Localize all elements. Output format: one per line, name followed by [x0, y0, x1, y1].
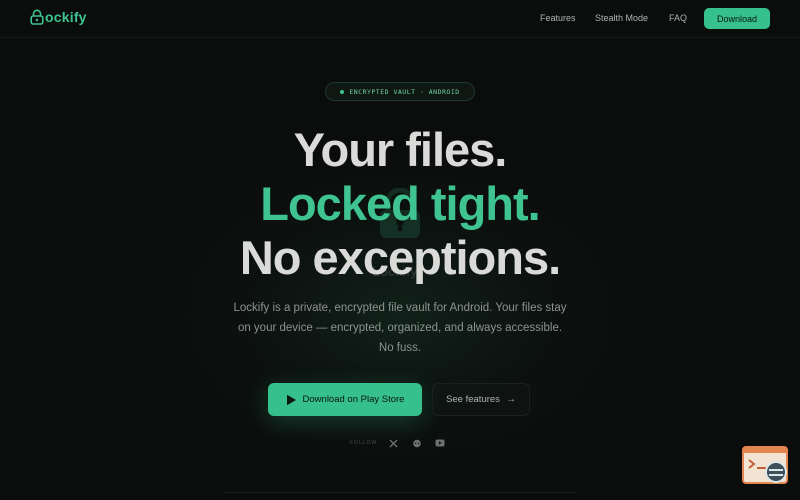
reddit-icon[interactable]: [411, 437, 423, 449]
logo[interactable]: ockify: [30, 9, 87, 25]
divider: [225, 492, 575, 493]
see-features-button[interactable]: See features →: [432, 383, 530, 416]
follow-label: FOLLOW: [350, 440, 378, 446]
play-icon: [286, 394, 296, 405]
see-features-label: See features: [446, 394, 500, 405]
status-dot-icon: [340, 89, 345, 94]
youtube-icon[interactable]: [434, 437, 446, 449]
arrow-right-icon: →: [505, 394, 516, 405]
play-store-button-label: Download on Play Store: [302, 394, 405, 405]
logo-text: ockify: [45, 9, 87, 25]
x-icon[interactable]: [387, 437, 399, 449]
hero-badge-text: ENCRYPTED VAULT · ANDROID: [349, 87, 460, 96]
headline-line-2: Locked tight.: [260, 177, 540, 230]
play-store-download-button[interactable]: Download on Play Store: [268, 383, 422, 416]
nav-link-faq[interactable]: FAQ: [669, 13, 687, 23]
headline-line-1: Your files.: [293, 123, 508, 176]
top-nav: ockify Features Stealth Mode FAQ Downloa…: [0, 0, 800, 38]
nav-link-features[interactable]: Features: [540, 13, 576, 23]
nav-download-button[interactable]: Download: [704, 8, 770, 29]
hero-badge: ENCRYPTED VAULT · ANDROID: [325, 82, 475, 101]
hero-description: Lockify is a private, encrypted file vau…: [233, 302, 567, 354]
lock-icon: [30, 9, 44, 25]
nav-link-stealth-mode[interactable]: Stealth Mode: [595, 13, 648, 23]
floating-helper-widget-icon[interactable]: [742, 446, 790, 486]
headline-line-3: No exceptions.: [239, 231, 561, 284]
